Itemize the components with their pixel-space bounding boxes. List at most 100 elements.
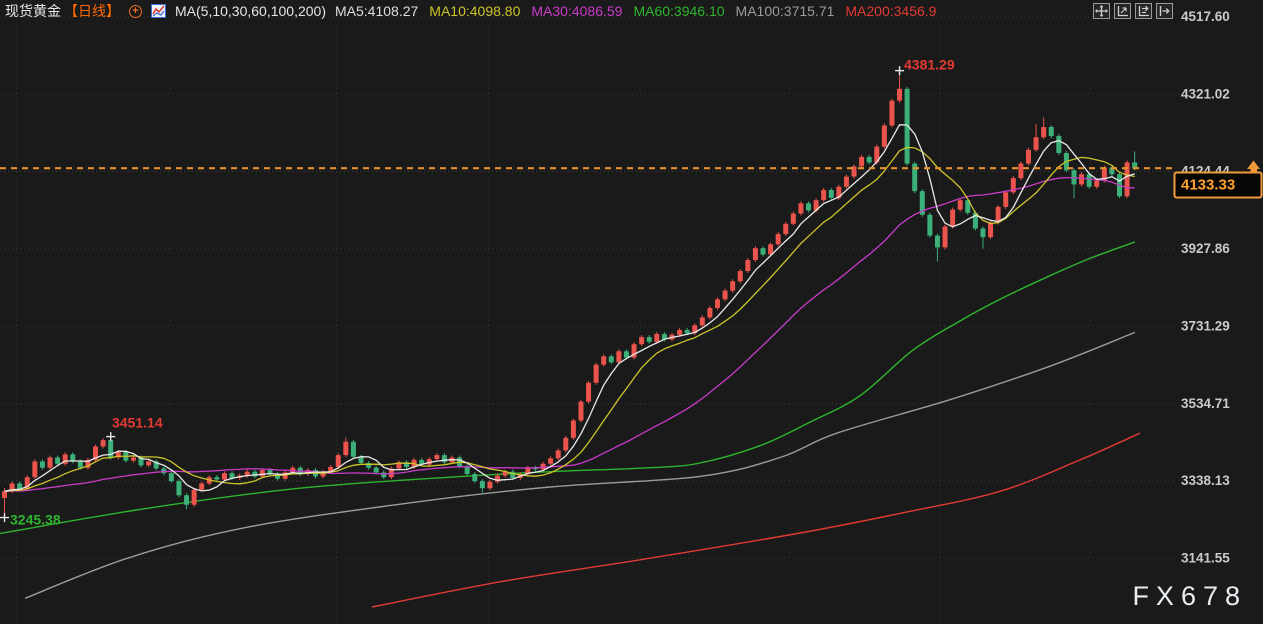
candle-body xyxy=(548,458,553,464)
candle-body xyxy=(336,455,341,467)
candle-body xyxy=(654,334,659,342)
candle-body xyxy=(78,461,83,467)
candle-body xyxy=(541,464,546,470)
candle-body xyxy=(230,473,235,478)
candle-body xyxy=(730,281,735,290)
candle-body xyxy=(821,190,826,200)
candle-body xyxy=(715,299,720,308)
candle-body xyxy=(161,469,166,474)
move-crosshair-icon[interactable] xyxy=(1093,3,1110,19)
candle-body xyxy=(791,214,796,224)
y-axis-label[interactable]: 3731.29 xyxy=(1181,318,1230,333)
candle-body xyxy=(184,495,189,504)
candle-body xyxy=(988,223,993,238)
candle-body xyxy=(935,236,940,248)
candle-body xyxy=(647,337,652,342)
ma-legend: MA5:4108.27 MA10:4098.80 MA30:4086.59 MA60:… xyxy=(335,3,936,19)
candle-body xyxy=(472,474,477,481)
candle-body xyxy=(131,458,136,461)
ma-legend-item: MA30:4086.59 xyxy=(531,3,622,19)
candle-body xyxy=(1026,150,1031,164)
candle-body xyxy=(434,455,439,459)
y-axis-label[interactable]: 4321.02 xyxy=(1181,86,1230,101)
candle-body xyxy=(806,203,811,210)
candle-body xyxy=(351,442,356,457)
candle-body xyxy=(374,468,379,473)
y-axis-label[interactable]: 3927.86 xyxy=(1181,241,1230,256)
candle-body xyxy=(1056,136,1061,153)
candle-body xyxy=(146,461,151,465)
candle-body xyxy=(571,421,576,438)
candle-body xyxy=(624,351,629,357)
candle-body xyxy=(761,248,766,254)
candle-body xyxy=(616,351,621,362)
candle-body xyxy=(753,248,758,260)
candle-body xyxy=(707,308,712,317)
ma-params-label: MA(5,10,30,60,100,200) xyxy=(175,3,326,19)
y-axis-label[interactable]: 3534.71 xyxy=(1181,396,1230,411)
candle-body xyxy=(1094,181,1099,187)
price-extreme-annotation: 3451.14 xyxy=(112,415,163,431)
candle-body xyxy=(1079,174,1084,184)
candle-body xyxy=(480,481,485,488)
ma-legend-item: MA60:3946.10 xyxy=(633,3,724,19)
candle-body xyxy=(859,157,864,166)
shift-right-icon[interactable] xyxy=(1156,3,1173,19)
candle-body xyxy=(844,177,849,187)
candle-body xyxy=(1087,174,1092,187)
candle-body xyxy=(55,458,60,464)
y-axis-label[interactable]: 4517.60 xyxy=(1181,9,1230,24)
candle-body xyxy=(685,330,690,333)
candle-body xyxy=(867,157,872,163)
chart-header: 现货黄金 【日线】 + MA(5,10,30,60,100,200) MA5:4… xyxy=(5,3,936,19)
candle-body xyxy=(556,450,561,458)
add-indicator-icon[interactable]: + xyxy=(129,5,142,18)
y-axis-label[interactable]: 3338.13 xyxy=(1181,473,1230,488)
chart-type-icon[interactable] xyxy=(151,4,166,18)
candle-body xyxy=(442,455,447,462)
axis-toolbar xyxy=(1093,3,1173,19)
candle-body xyxy=(958,200,963,209)
ma-legend-item: MA10:4098.80 xyxy=(429,3,520,19)
candle-body xyxy=(260,470,265,476)
ma-legend-item: MA100:3715.71 xyxy=(736,3,835,19)
candle-body xyxy=(723,291,728,300)
candle-body xyxy=(214,477,219,479)
candle-body xyxy=(495,476,500,482)
candle-body xyxy=(783,224,788,234)
candle-body xyxy=(897,89,902,101)
candle-body xyxy=(829,190,834,198)
candle-body xyxy=(199,483,204,489)
candle-body xyxy=(738,271,743,281)
candle-body xyxy=(2,491,7,498)
candlestick-chart[interactable]: 4517.604321.024124.443927.863731.293534.… xyxy=(0,0,1263,624)
candle-body xyxy=(101,440,106,446)
candle-body xyxy=(943,227,948,248)
chart-background xyxy=(0,0,1263,624)
price-extreme-annotation: 4381.29 xyxy=(904,57,955,73)
candle-body xyxy=(677,330,682,335)
candle-body xyxy=(609,356,614,362)
candle-body xyxy=(563,438,568,451)
scale-axis-left-icon[interactable] xyxy=(1114,3,1131,19)
candle-body xyxy=(1018,164,1023,179)
candle-body xyxy=(578,402,583,421)
candle-body xyxy=(48,458,53,468)
scale-axis-right-icon[interactable] xyxy=(1135,3,1152,19)
candle-body xyxy=(768,244,773,254)
candle-body xyxy=(889,101,894,126)
last-price-value: 4133.33 xyxy=(1181,176,1235,193)
ma-legend-item: MA5:4108.27 xyxy=(335,3,418,19)
candle-body xyxy=(176,481,181,495)
candle-body xyxy=(745,260,750,271)
period-label[interactable]: 【日线】 xyxy=(64,3,120,19)
candle-body xyxy=(927,215,932,236)
candle-body xyxy=(1049,127,1054,136)
candle-body xyxy=(343,442,348,455)
candle-body xyxy=(980,229,985,238)
candle-body xyxy=(882,125,887,146)
candle-body xyxy=(639,337,644,344)
y-axis-label[interactable]: 3141.55 xyxy=(1181,550,1230,565)
chart-window: 4517.604321.024124.443927.863731.293534.… xyxy=(0,0,1263,624)
ma-legend-item: MA200:3456.9 xyxy=(845,3,936,19)
